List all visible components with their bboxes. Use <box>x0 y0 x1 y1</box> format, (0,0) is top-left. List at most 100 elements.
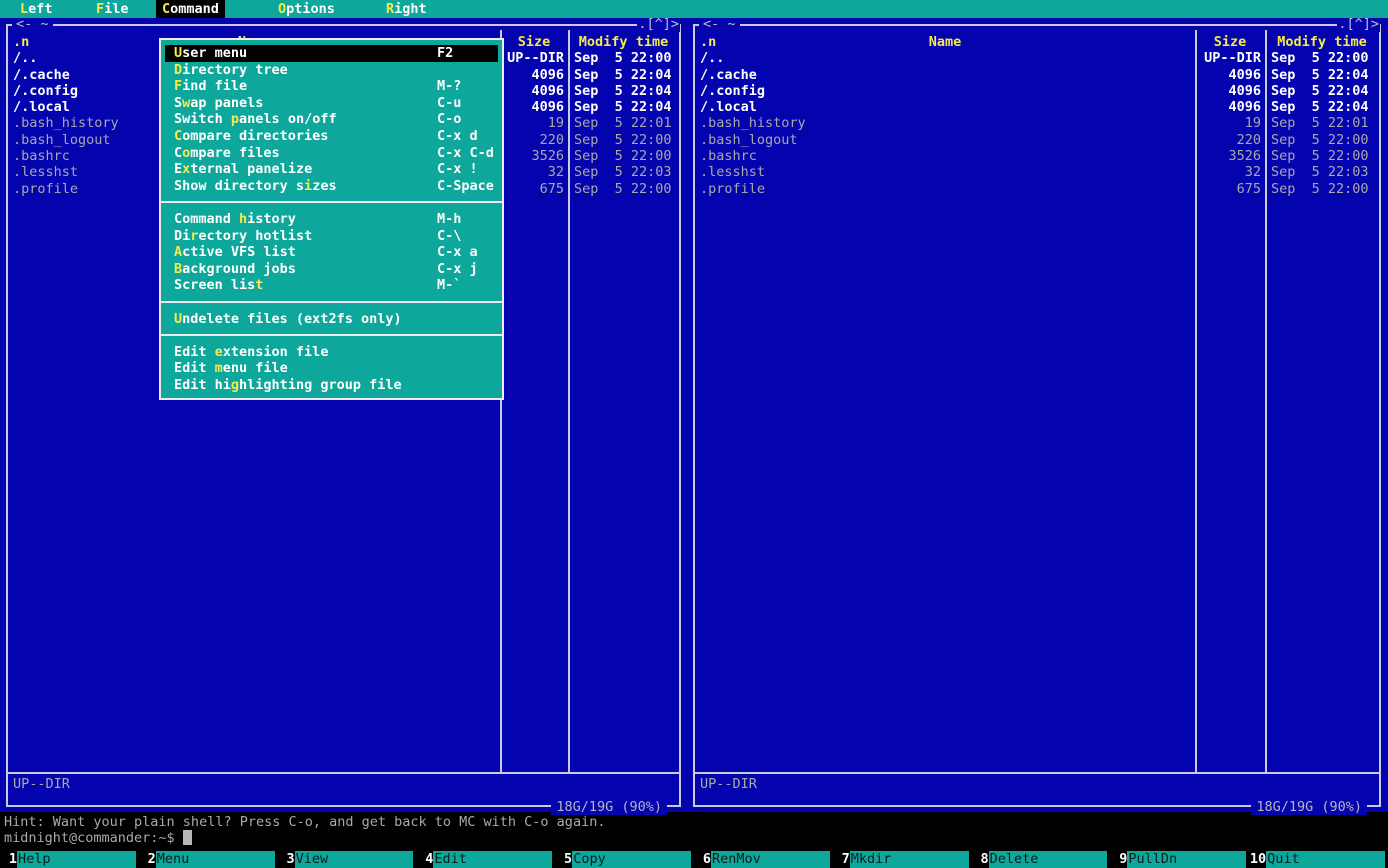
fkey-menu[interactable]: 2Menu <box>139 848 278 868</box>
menu-item-edit-extension-file[interactable]: Edit extension file <box>161 344 502 361</box>
file-size: 3526 <box>502 148 564 164</box>
column-header-size[interactable]: Size <box>500 34 568 50</box>
menu-item-external-panelize[interactable]: External panelizeC-x ! <box>161 161 502 178</box>
menu-item-swap-panels[interactable]: Swap panelsC-u <box>161 95 502 112</box>
menu-item-shortcut: C-o <box>437 111 461 128</box>
fkey-renmov[interactable]: 6RenMov <box>694 848 833 868</box>
file-name: /.config <box>13 83 78 99</box>
file-row[interactable]: /.cache4096Sep 5 22:04 <box>695 67 1379 83</box>
menu-item-directory-tree[interactable]: Directory tree <box>161 62 502 79</box>
hotkey-letter: e <box>215 344 223 360</box>
file-mtime: Sep 5 22:00 <box>574 148 672 164</box>
fkey-pulldn[interactable]: 9PullDn <box>1110 848 1249 868</box>
file-name: .bashrc <box>13 148 70 164</box>
panel-right-header-row: .nNameSizeModify time <box>695 34 1379 50</box>
file-size: 32 <box>1197 164 1261 180</box>
hotkey-letter: C <box>174 128 182 144</box>
fkey-number: 2 <box>139 848 156 868</box>
file-name: .lesshst <box>13 164 78 180</box>
menu-item-compare-files[interactable]: Compare filesC-x C-d <box>161 145 502 162</box>
column-header-mtime[interactable]: Modify time <box>568 34 679 50</box>
mini-status-separator <box>8 772 679 774</box>
menubar-item-left[interactable]: Left <box>14 0 59 18</box>
menubar-item-command[interactable]: Command <box>156 0 225 18</box>
fkey-label: Mkdir <box>850 851 969 868</box>
menu-item-directory-hotlist[interactable]: Directory hotlistC-\ <box>161 228 502 245</box>
hotkey-letter: F <box>96 1 104 17</box>
file-row[interactable]: .bashrc3526Sep 5 22:00 <box>695 148 1379 164</box>
file-name: .profile <box>700 181 765 197</box>
panel-left-path[interactable]: <- ~ <box>12 16 53 32</box>
fkey-number: 5 <box>555 848 572 868</box>
menu-item-command-history[interactable]: Command historyM-h <box>161 211 502 228</box>
file-name: /.. <box>13 50 37 66</box>
panel-left-updir-button[interactable]: .[^]> <box>637 16 680 32</box>
file-row[interactable]: /..UP--DIRSep 5 22:00 <box>695 50 1379 66</box>
file-mtime: Sep 5 22:00 <box>574 132 672 148</box>
menu-item-screen-list[interactable]: Screen listM-` <box>161 277 502 294</box>
file-panel-right: <- ~ .[^]> .nNameSizeModify time/..UP--D… <box>693 24 1381 807</box>
menubar-item-file[interactable]: File <box>90 0 135 18</box>
file-mtime: Sep 5 22:04 <box>1271 67 1369 83</box>
menu-item-compare-directories[interactable]: Compare directoriesC-x d <box>161 128 502 145</box>
fkey-number: 9 <box>1110 848 1127 868</box>
menubar-item-options[interactable]: Options <box>272 0 341 18</box>
file-row[interactable]: .profile675Sep 5 22:00 <box>695 181 1379 197</box>
file-mtime: Sep 5 22:00 <box>1271 148 1369 164</box>
file-mtime: Sep 5 22:00 <box>1271 50 1369 66</box>
hotkey-letter: p <box>231 111 239 127</box>
menu-item-shortcut: C-x d <box>437 128 478 145</box>
fkey-edit[interactable]: 4Edit <box>416 848 555 868</box>
file-row[interactable]: .bash_logout220Sep 5 22:00 <box>695 132 1379 148</box>
file-row[interactable]: /.config4096Sep 5 22:04 <box>695 83 1379 99</box>
column-header-name[interactable]: Name <box>695 34 1195 50</box>
fkey-number: 4 <box>416 848 433 868</box>
menu-item-shortcut: M-` <box>437 277 461 294</box>
menu-item-switch-panels-on-off[interactable]: Switch panels on/offC-o <box>161 111 502 128</box>
file-row[interactable]: .lesshst32Sep 5 22:03 <box>695 164 1379 180</box>
fkey-view[interactable]: 3View <box>278 848 417 868</box>
file-size: 3526 <box>1197 148 1261 164</box>
panel-right-path[interactable]: <- ~ <box>699 16 740 32</box>
menu-item-edit-highlighting-group-file[interactable]: Edit highlighting group file <box>161 377 502 394</box>
file-row[interactable]: /.local4096Sep 5 22:04 <box>695 99 1379 115</box>
file-name: /.. <box>700 50 724 66</box>
menu-item-active-vfs-list[interactable]: Active VFS listC-x a <box>161 244 502 261</box>
file-mtime: Sep 5 22:00 <box>1271 132 1369 148</box>
file-size: 4096 <box>502 83 564 99</box>
menubar-item-right[interactable]: Right <box>380 0 433 18</box>
menu-item-find-file[interactable]: Find fileM-? <box>161 78 502 95</box>
file-size: 32 <box>502 164 564 180</box>
fkey-label: RenMov <box>711 851 830 868</box>
command-prompt-line[interactable]: midnight@commander:~$ <box>4 830 192 846</box>
menu-item-background-jobs[interactable]: Background jobsC-x j <box>161 261 502 278</box>
panel-right-updir-button[interactable]: .[^]> <box>1337 16 1380 32</box>
menu-item-shortcut: C-x a <box>437 244 478 261</box>
menu-item-shortcut: C-Space <box>437 178 494 195</box>
file-size: 4096 <box>1197 67 1261 83</box>
fkey-number: 6 <box>694 848 711 868</box>
fkey-mkdir[interactable]: 7Mkdir <box>833 848 972 868</box>
fkey-label: PullDn <box>1127 851 1246 868</box>
hotkey-letter: U <box>174 311 182 327</box>
fkey-delete[interactable]: 8Delete <box>972 848 1111 868</box>
hotkey-letter: B <box>174 261 182 277</box>
column-header-size[interactable]: Size <box>1195 34 1265 50</box>
hotkey-letter: g <box>231 377 239 393</box>
panel-left-free-space: 18G/19G (90%) <box>551 799 667 815</box>
hotkey-letter: D <box>174 62 182 78</box>
file-size: 220 <box>1197 132 1261 148</box>
column-header-mtime[interactable]: Modify time <box>1265 34 1379 50</box>
menu-item-edit-menu-file[interactable]: Edit menu file <box>161 360 502 377</box>
menu-item-user-menu[interactable]: User menuF2 <box>165 45 498 62</box>
hotkey-letter: t <box>255 277 263 293</box>
fkey-help[interactable]: 1Help <box>0 848 139 868</box>
fkey-quit[interactable]: 10Quit <box>1249 848 1388 868</box>
fkey-copy[interactable]: 5Copy <box>555 848 694 868</box>
menu-item-undelete-files-ext2fs-only[interactable]: Undelete files (ext2fs only) <box>161 311 502 328</box>
file-row[interactable]: .bash_history19Sep 5 22:01 <box>695 115 1379 131</box>
menu-item-shortcut: C-\ <box>437 228 461 245</box>
panel-right-free-space: 18G/19G (90%) <box>1251 799 1367 815</box>
menu-separator <box>161 194 502 211</box>
menu-item-show-directory-sizes[interactable]: Show directory sizesC-Space <box>161 178 502 195</box>
